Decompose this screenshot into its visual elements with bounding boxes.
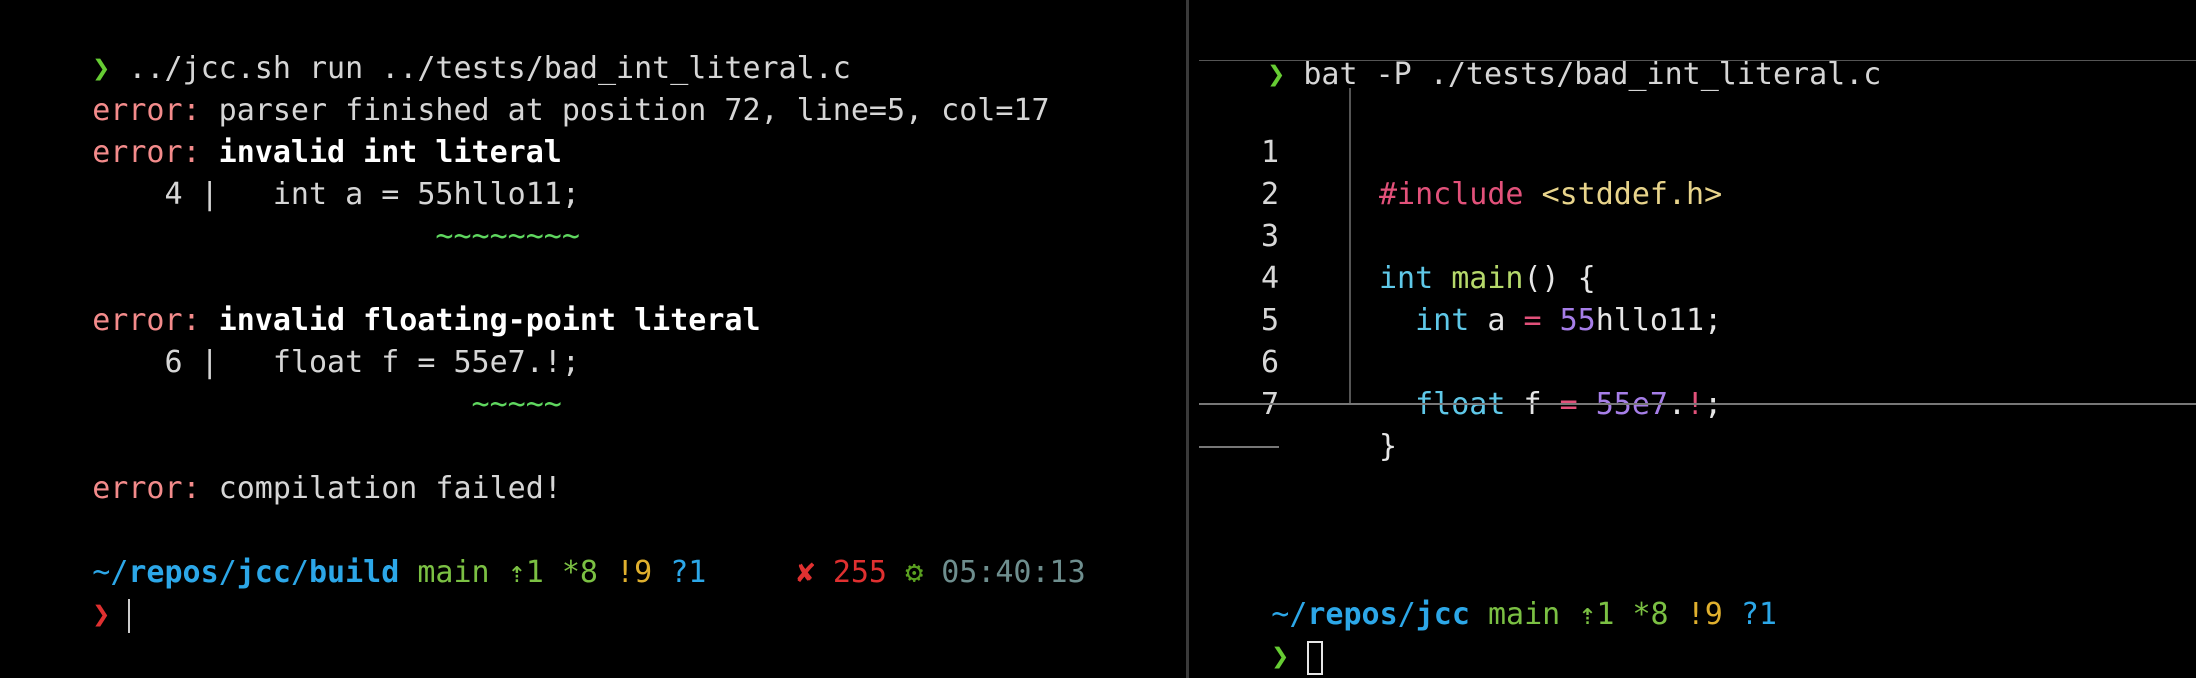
git-untracked-count: ?1 (670, 555, 707, 590)
code-line: 1 #include <stddef.h> (1189, 90, 2196, 212)
prompt-chevron-icon: ❯ (92, 597, 111, 632)
git-stash-count: *8 (561, 555, 598, 590)
shell-prompt-status: ~/repos/jcc main ⇡1 *8 !9 ?1 (1199, 552, 1777, 632)
error-squiggle: ~~~~~ (92, 387, 562, 422)
path-separator: / (218, 555, 237, 590)
shell-input-line[interactable]: ❯ (20, 552, 131, 633)
error-line-float-literal: error: invalid floating-point literal (20, 258, 760, 338)
error-squiggle-line-4: ~~~~~~~~ (20, 174, 580, 254)
code-line: 3 int main() { (1189, 174, 2196, 296)
git-branch: main (1488, 597, 1561, 632)
left-terminal-pane[interactable]: ❯ ../jcc.sh run ../tests/bad_int_literal… (0, 0, 1186, 678)
prompt-chevron-icon: ❯ (1271, 639, 1290, 674)
git-branch: main (417, 555, 490, 590)
shell-input-line[interactable]: ❯ (1199, 594, 1324, 675)
command-text: bat -P ./tests/bad_int_literal.c (1285, 57, 1882, 92)
error-snippet-line-6: 6 | float f = 55e7.!; (20, 300, 579, 380)
code-line: 4 int a = 55hllo11; (1189, 216, 2196, 338)
text-cursor (1307, 640, 1324, 675)
code-token: } (1379, 429, 1398, 464)
bat-footer-rule (1199, 403, 2196, 405)
path-separator: / (290, 555, 309, 590)
git-stash-count: *8 (1632, 597, 1669, 632)
git-modified-count: !9 (1686, 597, 1723, 632)
prompt-time: 05:40:13 (941, 555, 1086, 590)
error-line-int-literal: error: invalid int literal (20, 90, 562, 170)
error-squiggle-line-6: ~~~~~ (20, 342, 562, 422)
error-line-compilation: error: compilation failed! (20, 426, 562, 506)
code-line: 6 float f = 55e7.!; (1189, 300, 2196, 422)
path-segment: jcc (1415, 597, 1470, 632)
git-ahead-count: ⇡1 (507, 555, 544, 590)
path-separator: / (1397, 597, 1416, 632)
git-untracked-count: ?1 (1740, 597, 1777, 632)
text-cursor (128, 598, 131, 633)
path-segment: build (309, 555, 400, 590)
git-modified-count: !9 (616, 555, 653, 590)
command-line: ❯ ../jcc.sh run ../tests/bad_int_literal… (20, 6, 851, 86)
gear-icon: ⚙ (905, 555, 924, 590)
error-line-parser: error: parser finished at position 72, l… (20, 48, 1049, 128)
bat-separator-rule (1199, 446, 1279, 448)
error-message: compilation failed! (200, 471, 562, 506)
git-ahead-count: ⇡1 (1578, 597, 1615, 632)
exit-code: 255 (832, 555, 887, 590)
error-snippet-line-4: 4 | int a = 55hllo11; (20, 132, 579, 212)
path-segment: jcc (236, 555, 291, 590)
right-terminal-pane[interactable]: ❯ bat -P ./tests/bad_int_literal.c 1 #in… (1189, 0, 2196, 678)
code-content: } (1379, 426, 1397, 468)
failure-icon: ✘ (796, 555, 815, 590)
code-content: float f = 55e7.!; (1379, 384, 1722, 426)
code-line: 2 (1189, 132, 2196, 212)
command-line: ❯ bat -P ./tests/bad_int_literal.c (1195, 12, 1881, 92)
prompt-chevron-icon: ❯ (1267, 57, 1286, 92)
code-line: 7 } (1189, 342, 2196, 464)
bat-header-rule (1199, 60, 2196, 61)
error-label: error: (92, 471, 201, 506)
line-number: 7 (1189, 384, 1279, 426)
code-line: 5 (1189, 258, 2196, 338)
shell-prompt-status: ~/repos/jcc/build main ⇡1 *8 !9 ?1 ✘ 255… (20, 510, 1085, 590)
error-squiggle: ~~~~~~~~ (92, 219, 580, 254)
path-segment: repos (128, 555, 219, 590)
